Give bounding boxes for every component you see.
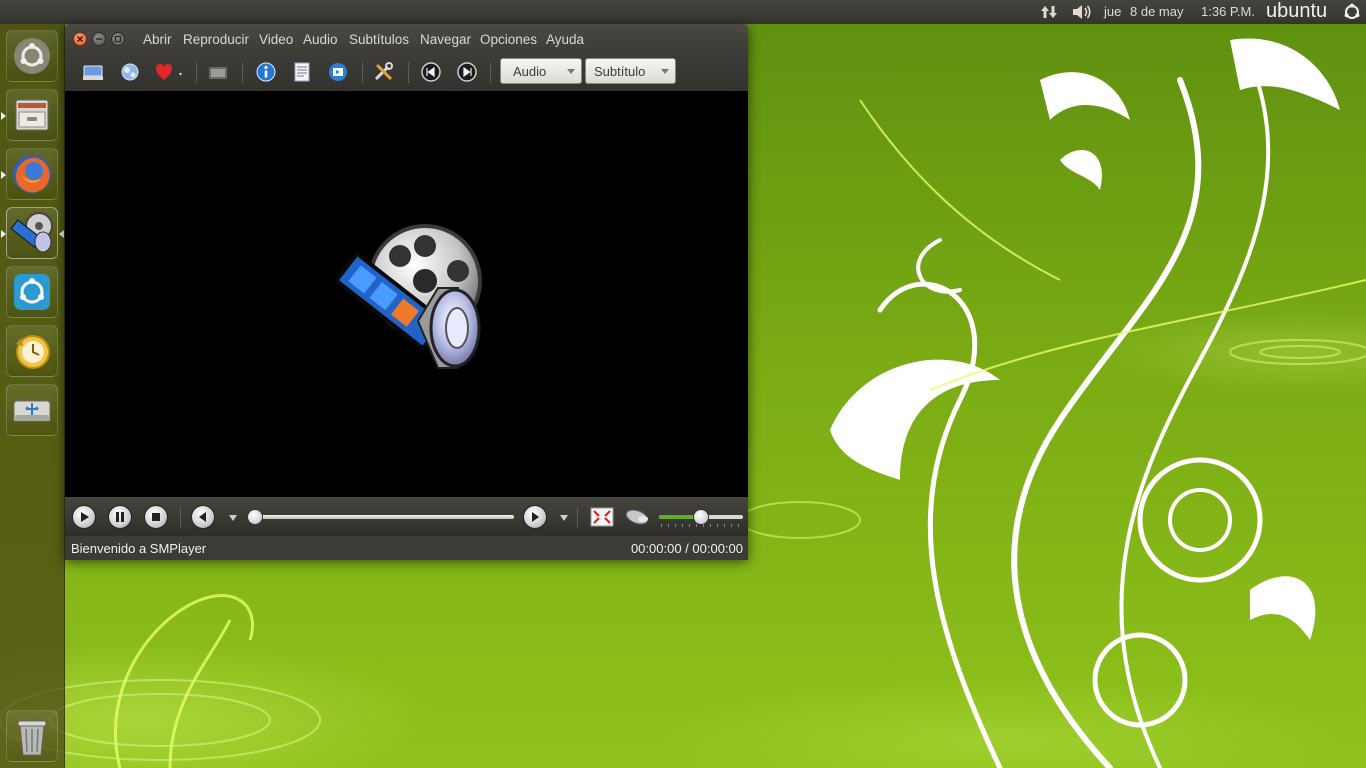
launcher-dash[interactable] [6, 30, 58, 82]
play-button[interactable] [73, 506, 95, 528]
close-window-button[interactable] [73, 32, 87, 46]
forward-button[interactable] [524, 506, 546, 528]
open-icon[interactable] [82, 62, 104, 82]
pause-icon [116, 512, 124, 522]
menu-abrir[interactable]: Abrir [143, 32, 172, 47]
ubuntu-dash-icon [14, 38, 50, 74]
menu-ayuda[interactable]: Ayuda [546, 32, 584, 47]
rewind-button[interactable] [192, 506, 214, 528]
stop-button[interactable] [145, 506, 167, 528]
menubar: Abrir Reproducir Video Audio Subtítulos … [65, 24, 748, 53]
volume-handle[interactable] [694, 510, 708, 524]
volume-slider[interactable] [659, 509, 743, 529]
network-updown-icon[interactable] [1040, 4, 1058, 20]
seek-slider[interactable] [248, 510, 514, 524]
mute-icon[interactable] [625, 507, 653, 527]
stop-icon [152, 513, 160, 521]
subtitle-track-combo-label: Subtítulo [594, 64, 646, 79]
next-chapter-icon[interactable] [456, 62, 478, 82]
forward-menu-chevron-icon[interactable] [559, 514, 569, 522]
status-time: 00:00:00 / 00:00:00 [630, 541, 743, 556]
launcher-software-updater[interactable] [6, 266, 58, 318]
clock-date[interactable]: 8 de may [1130, 4, 1183, 19]
screenshot-icon[interactable] [207, 62, 229, 82]
clock-day[interactable]: jue [1104, 4, 1121, 19]
forward-icon [532, 512, 539, 522]
favorites-icon[interactable] [153, 62, 185, 82]
maximize-window-button[interactable] [111, 32, 125, 46]
maximize-icon [114, 35, 122, 43]
trash-icon [17, 720, 47, 756]
playlist-icon[interactable] [291, 62, 313, 82]
menu-navegar[interactable]: Navegar [420, 32, 471, 47]
tools-icon[interactable] [373, 62, 395, 82]
launcher-trash[interactable] [6, 710, 58, 762]
fullscreen-icon[interactable] [590, 507, 614, 527]
toolbar: Audio Subtítulo [65, 53, 748, 91]
pause-button[interactable] [109, 506, 131, 528]
launcher-smplayer[interactable] [6, 207, 58, 259]
rewind-menu-chevron-icon[interactable] [228, 514, 238, 522]
minimize-window-button[interactable] [92, 32, 106, 46]
backup-icon [16, 335, 50, 369]
software-updater-icon [14, 274, 50, 310]
close-icon [76, 35, 84, 43]
minimize-icon [96, 38, 102, 40]
menu-subtitulos[interactable]: Subtítulos [349, 32, 409, 47]
status-message: Bienvenido a SMPlayer [71, 541, 207, 556]
launcher-backup[interactable] [6, 325, 58, 377]
usb-creator-icon [13, 400, 51, 422]
top-panel: jue 8 de may 1:36 P.M. ubuntu [0, 0, 1366, 24]
previous-chapter-icon[interactable] [420, 62, 442, 82]
smplayer-window: Abrir Reproducir Video Audio Subtítulos … [65, 24, 748, 560]
audio-track-combo-label: Audio [513, 64, 547, 79]
volume-icon[interactable] [1071, 4, 1093, 20]
menu-reproducir[interactable]: Reproducir [183, 32, 249, 47]
smplayer-icon [10, 212, 53, 253]
audio-track-combo[interactable]: Audio [500, 58, 582, 84]
clock-time[interactable]: 1:36 P.M. [1201, 4, 1255, 19]
launcher-firefox[interactable] [6, 148, 58, 200]
launcher-files[interactable] [6, 89, 58, 141]
rewind-icon [199, 512, 206, 522]
chevron-down-icon [567, 69, 575, 74]
launcher-usb-creator[interactable] [6, 384, 58, 436]
menu-opciones[interactable]: Opciones [480, 32, 537, 47]
seek-track [248, 515, 514, 519]
firefox-icon [13, 155, 51, 193]
smplayer-logo-icon [333, 224, 482, 369]
preferences-icon[interactable] [327, 62, 349, 82]
file-manager-icon [15, 99, 49, 131]
info-icon[interactable] [255, 62, 277, 82]
play-icon [81, 512, 89, 522]
ubuntu-power-icon[interactable] [1343, 3, 1361, 21]
ubuntu-logo-text: ubuntu [1266, 0, 1328, 22]
subtitle-track-combo[interactable]: Subtítulo [585, 58, 676, 84]
seek-handle[interactable] [248, 510, 262, 524]
volume-ticks [661, 524, 741, 527]
launcher [0, 24, 65, 768]
status-bar: Bienvenido a SMPlayer 00:00:00 / 00:00:0… [65, 536, 748, 560]
menu-audio[interactable]: Audio [303, 32, 338, 47]
chevron-down-icon [661, 69, 669, 74]
playback-controls [65, 497, 748, 536]
menu-video[interactable]: Video [259, 32, 293, 47]
video-area[interactable] [65, 91, 748, 497]
network-icon[interactable] [119, 62, 141, 82]
